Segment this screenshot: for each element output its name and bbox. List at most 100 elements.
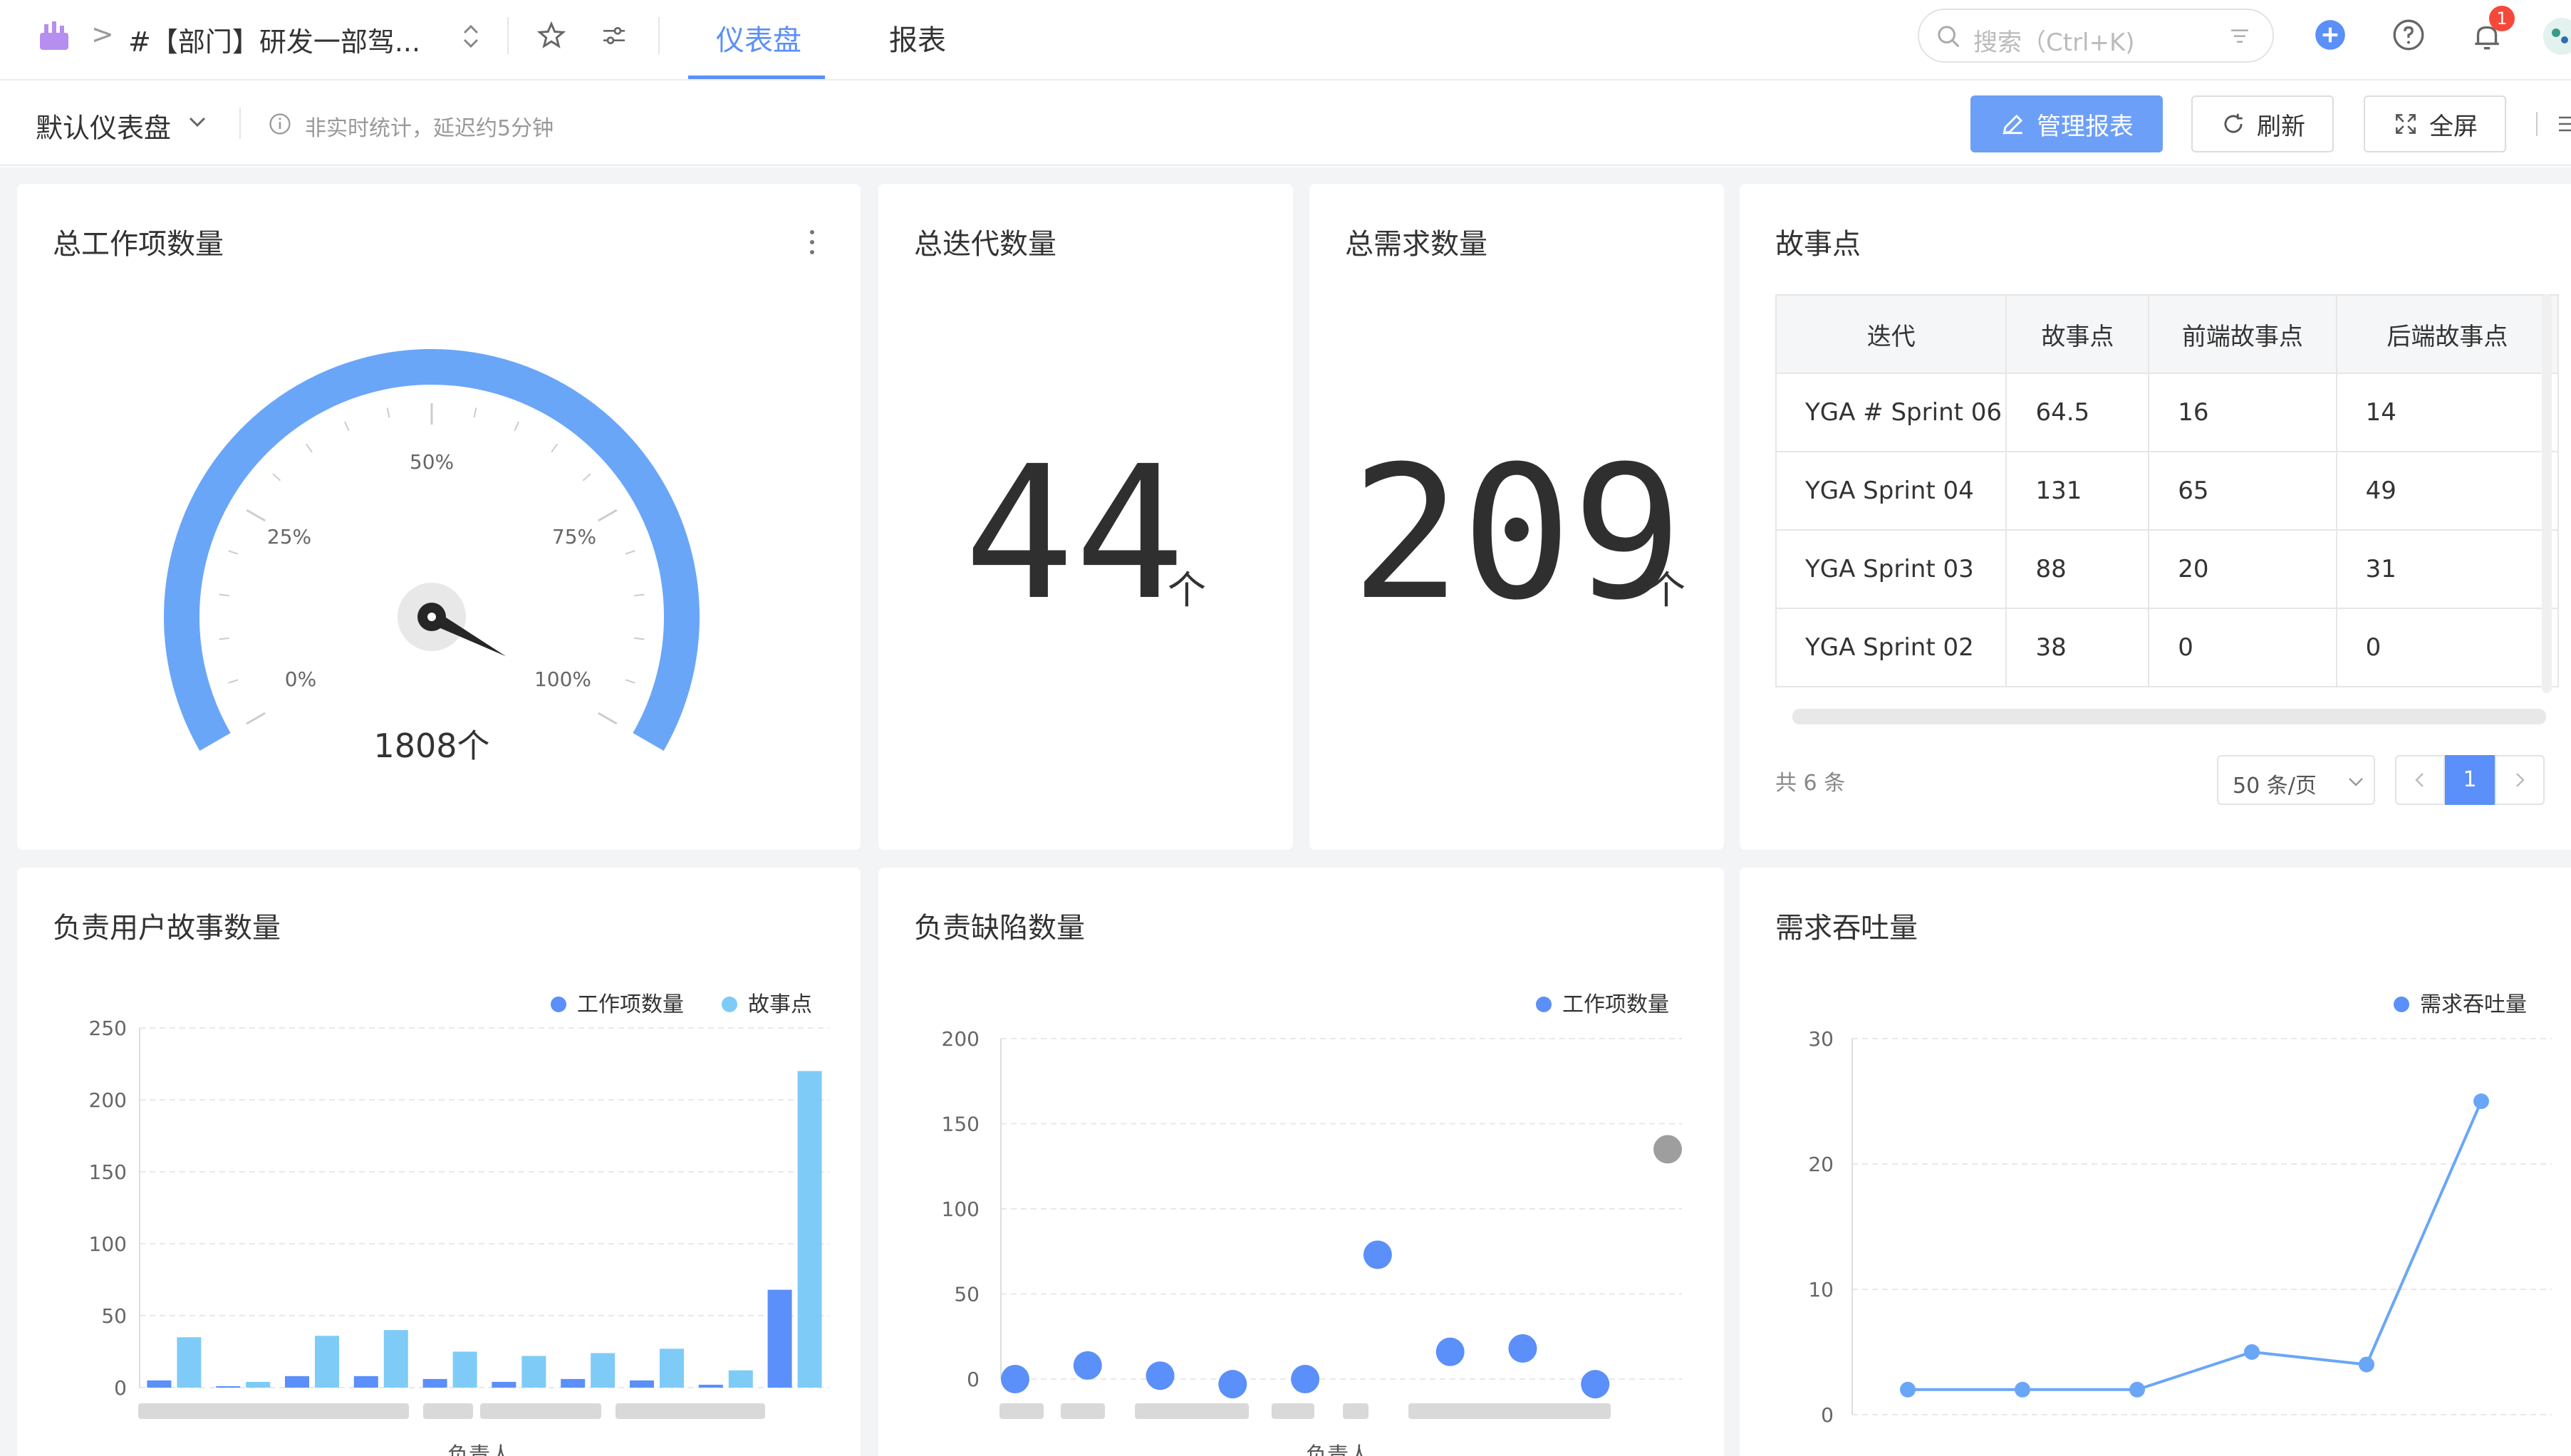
table-cell: 131 — [2006, 452, 2150, 531]
gauge-tick — [625, 550, 635, 555]
legend-marker — [722, 997, 737, 1012]
bar — [383, 1330, 408, 1388]
gauge-scale-label: 25% — [267, 525, 311, 548]
tab-dashboard[interactable]: 仪表盘 — [716, 17, 801, 58]
line-point — [2244, 1344, 2260, 1360]
gauge-scale-label: 100% — [534, 667, 591, 691]
bar — [767, 1289, 792, 1388]
y-tick-label: 200 — [942, 1027, 980, 1051]
bar — [147, 1380, 172, 1388]
column-header[interactable]: 故事点 — [2006, 295, 2150, 374]
table-cell: 49 — [2336, 452, 2560, 531]
scatter-point — [1435, 1337, 1465, 1366]
fullscreen-button[interactable]: 全屏 — [2364, 95, 2506, 152]
manage-reports-label: 管理报表 — [2037, 112, 2134, 141]
table-cell: YGA # Sprint 06 — [1776, 373, 2008, 452]
gauge-tick — [219, 593, 229, 597]
y-tick-label: 0 — [1821, 1403, 1834, 1427]
scatter-point — [1653, 1135, 1682, 1164]
kpi-value: 209 — [1351, 427, 1683, 640]
legend-label: 需求吞吐量 — [2420, 992, 2527, 1017]
table-cell: YGA Sprint 02 — [1776, 608, 2008, 687]
manage-reports-button[interactable]: 管理报表 — [1970, 95, 2163, 152]
current-page-button[interactable]: 1 — [2445, 755, 2495, 805]
table-cell: 31 — [2336, 530, 2560, 609]
line-point — [2129, 1381, 2145, 1398]
bar — [728, 1370, 753, 1388]
bar — [315, 1336, 339, 1388]
line-point — [2015, 1381, 2030, 1398]
line-point — [1900, 1381, 1916, 1398]
avatar[interactable] — [2540, 16, 2571, 57]
y-tick-label: 20 — [1808, 1153, 1834, 1176]
search-icon — [1938, 26, 1960, 48]
refresh-button[interactable]: 刷新 — [2191, 95, 2334, 152]
search-box[interactable]: 搜索（Ctrl+K) — [1918, 9, 2274, 63]
table-cell: YGA Sprint 04 — [1776, 452, 2008, 531]
chevron-down-icon[interactable] — [187, 113, 208, 130]
table-row[interactable]: YGA Sprint 03 88 20 31 — [1776, 530, 2560, 609]
prev-page-button[interactable] — [2395, 755, 2445, 805]
story-points-table: 迭代 故事点 前端故事点 后端故事点 YGA # Sprint 06 64.5 … — [1775, 294, 2560, 687]
legend-label: 故事点 — [748, 992, 812, 1017]
legend-label: 工作项数量 — [1562, 992, 1669, 1017]
gauge-tick — [598, 509, 618, 522]
bar — [660, 1348, 684, 1388]
gauge-tick — [634, 637, 645, 640]
table-row[interactable]: YGA # Sprint 06 64.5 16 14 — [1776, 373, 2560, 452]
gauge-value: 1808个 — [373, 727, 489, 765]
total-prefix: 共 — [1775, 771, 1797, 796]
divider — [507, 17, 509, 54]
tab-reports[interactable]: 报表 — [889, 17, 946, 58]
table-cell: 0 — [2336, 608, 2560, 687]
vertical-scrollbar[interactable] — [2542, 294, 2552, 693]
settings-sliders-icon[interactable] — [598, 21, 630, 50]
table-cell: 64.5 — [2006, 373, 2150, 452]
breadcrumb-separator: > — [91, 19, 114, 50]
column-header[interactable]: 前端故事点 — [2149, 295, 2337, 374]
kpi-unit: 个 — [1647, 568, 1686, 613]
bar — [521, 1356, 546, 1388]
y-tick-label: 50 — [101, 1304, 127, 1328]
gauge-tick — [625, 679, 635, 684]
page-size-select[interactable]: 50 条/页 — [2217, 755, 2375, 805]
help-icon[interactable] — [2391, 17, 2426, 53]
bar — [492, 1381, 516, 1388]
kpi-unit: 个 — [1168, 568, 1206, 613]
card-defect-count: 负责缺陷数量 0 50 100 150 200 工作项数量 负责人 — [878, 868, 1724, 1456]
star-icon[interactable] — [536, 20, 567, 51]
gauge-scale-label: 75% — [552, 525, 596, 548]
gauge-tick — [228, 679, 239, 684]
project-title[interactable]: #【部门】研发一部驾... — [128, 20, 420, 59]
gauge-tick — [344, 421, 350, 432]
horizontal-scrollbar[interactable] — [1792, 709, 2546, 724]
total-count: 共 6 条 — [1775, 765, 1845, 796]
info-icon — [269, 113, 291, 135]
scatter-point — [1073, 1351, 1102, 1380]
filter-icon[interactable] — [2227, 26, 2253, 48]
add-icon[interactable] — [2312, 17, 2348, 53]
card-total-workitems: 总工作项数量 0% 25% 50% 75% 100% 1808个 — [17, 184, 861, 850]
switch-project-icon[interactable] — [459, 21, 483, 51]
card-user-story-count: 负责用户故事数量 0 50 100 150 200 250 工作项数量 故事点 负责人 — [17, 868, 861, 1456]
dashboard-toolbar: 默认仪表盘 非实时统计，延迟约5分钟 管理报表 刷新 全屏 — [0, 82, 2571, 166]
legend-marker — [2394, 997, 2409, 1012]
bar — [797, 1071, 822, 1388]
gauge-tick — [219, 637, 229, 640]
dashboard-selector[interactable]: 默认仪表盘 — [36, 106, 171, 145]
more-menu-icon[interactable] — [2553, 113, 2571, 135]
next-page-button[interactable] — [2495, 755, 2545, 805]
table-row[interactable]: YGA Sprint 04 131 65 49 — [1776, 452, 2560, 531]
chevron-left-icon — [2415, 773, 2424, 787]
table-row[interactable]: YGA Sprint 02 38 0 0 — [1776, 608, 2560, 687]
chevron-right-icon — [2516, 773, 2525, 787]
scatter-point — [1363, 1240, 1392, 1269]
bar — [422, 1378, 447, 1388]
legend-marker — [1536, 997, 1552, 1012]
chevron-down-icon — [2349, 778, 2363, 786]
column-header[interactable]: 迭代 — [1776, 295, 2008, 374]
edit-icon — [2003, 114, 2023, 135]
column-header[interactable]: 后端故事点 — [2336, 295, 2560, 374]
total-suffix: 条 — [1824, 771, 1846, 796]
app-logo-icon[interactable] — [37, 19, 71, 53]
